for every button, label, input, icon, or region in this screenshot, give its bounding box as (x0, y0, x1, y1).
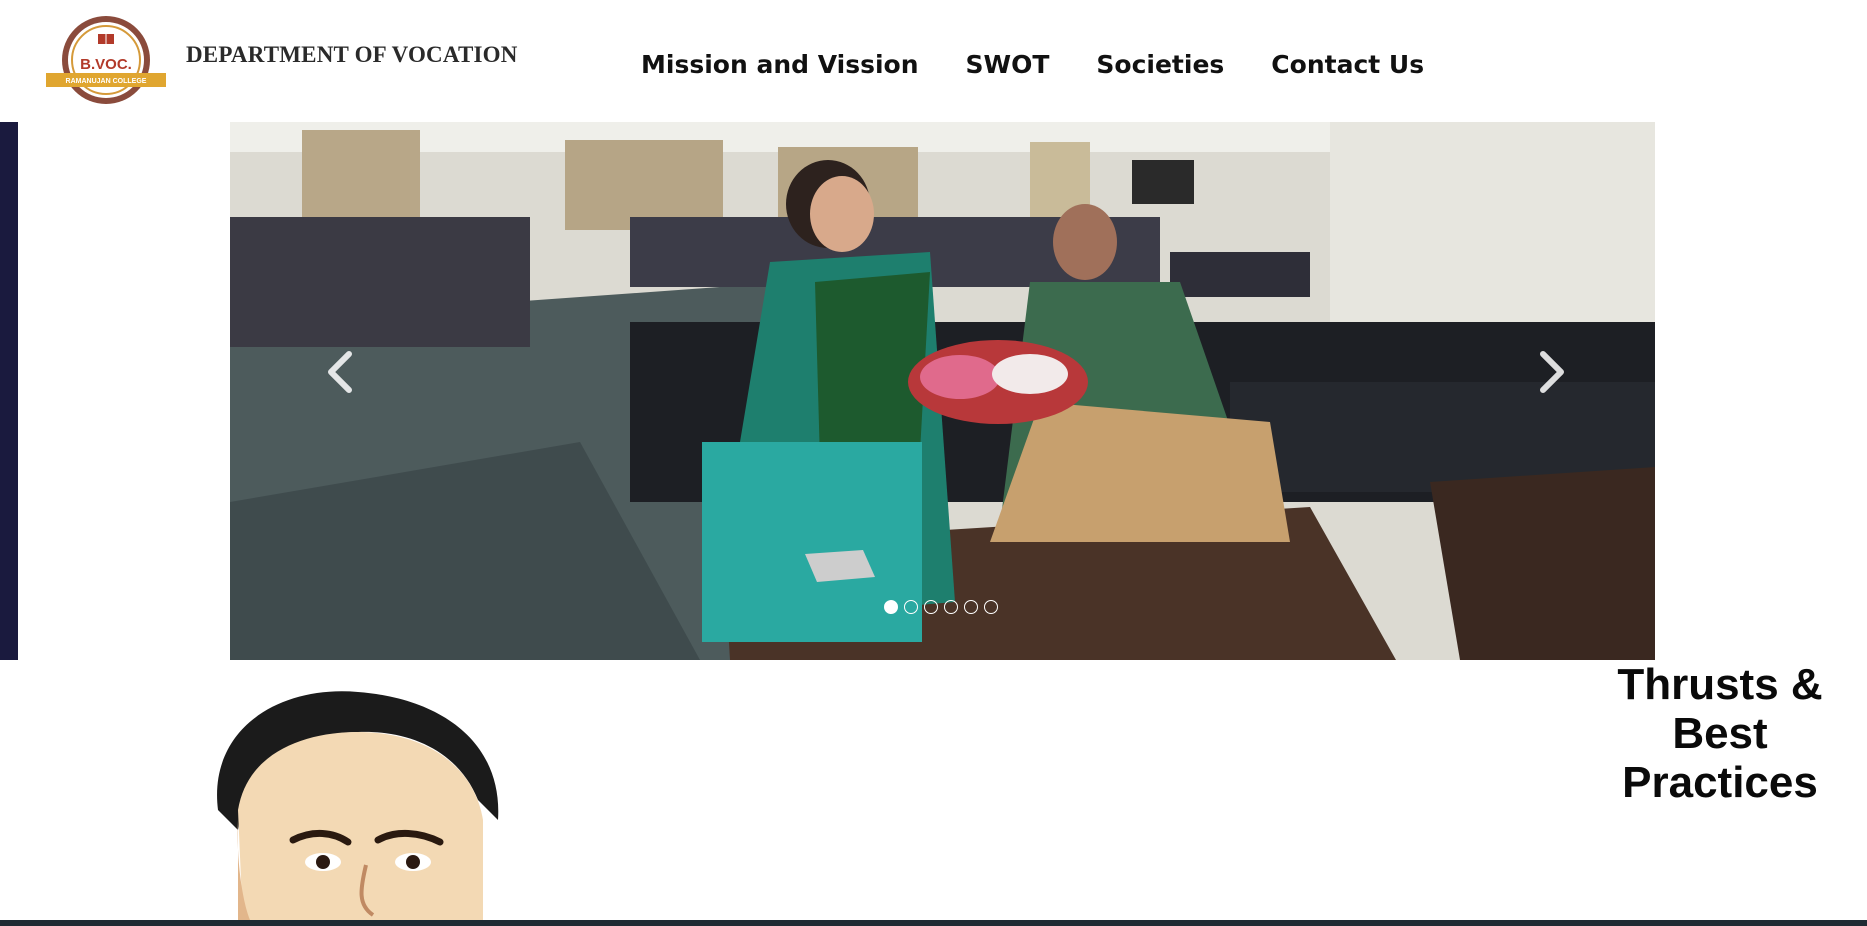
thrusts-line-2: Best (1672, 709, 1768, 758)
carousel-dot[interactable] (884, 600, 898, 614)
logo-main-text: B.VOC. (80, 56, 132, 73)
college-logo[interactable]: B.VOC. RAMANUJAN COLLEGE (46, 14, 166, 106)
site-header: B.VOC. RAMANUJAN COLLEGE DEPARTMENT OF V… (0, 0, 1867, 122)
image-carousel[interactable] (230, 122, 1655, 660)
thrusts-line-3: Practices (1622, 758, 1818, 807)
nav-item-contact-us[interactable]: Contact Us (1271, 50, 1424, 79)
carousel-prev-button[interactable] (310, 332, 370, 412)
nav-item-societies[interactable]: Societies (1096, 50, 1224, 79)
ramanujan-portrait (208, 690, 508, 926)
bottom-footer-bar (0, 920, 1867, 926)
carousel-dot[interactable] (904, 600, 918, 614)
portrait-image (208, 690, 508, 926)
logo-ribbon-text: RAMANUJAN COLLEGE (66, 78, 147, 85)
chevron-left-icon (328, 351, 352, 393)
left-accent-strip (0, 122, 18, 660)
department-title: DEPARTMENT OF VOCATION (186, 42, 518, 67)
carousel-dot[interactable] (984, 600, 998, 614)
carousel-next-button[interactable] (1522, 332, 1582, 412)
carousel-indicators (884, 600, 998, 614)
thrusts-line-1: Thrusts & (1617, 660, 1823, 709)
carousel-dot[interactable] (964, 600, 978, 614)
main-nav: Mission and Vission SWOT Societies Conta… (641, 50, 1471, 79)
carousel-dot[interactable] (924, 600, 938, 614)
nav-item-swot[interactable]: SWOT (966, 50, 1050, 79)
thrusts-heading: Thrusts & Best Practices (1590, 660, 1850, 807)
chevron-right-icon (1540, 351, 1564, 393)
logo-emblem-icon: B.VOC. RAMANUJAN COLLEGE (46, 16, 166, 104)
nav-item-mission-vission[interactable]: Mission and Vission (641, 50, 919, 79)
carousel-dot[interactable] (944, 600, 958, 614)
carousel-slide-image (230, 122, 1655, 660)
